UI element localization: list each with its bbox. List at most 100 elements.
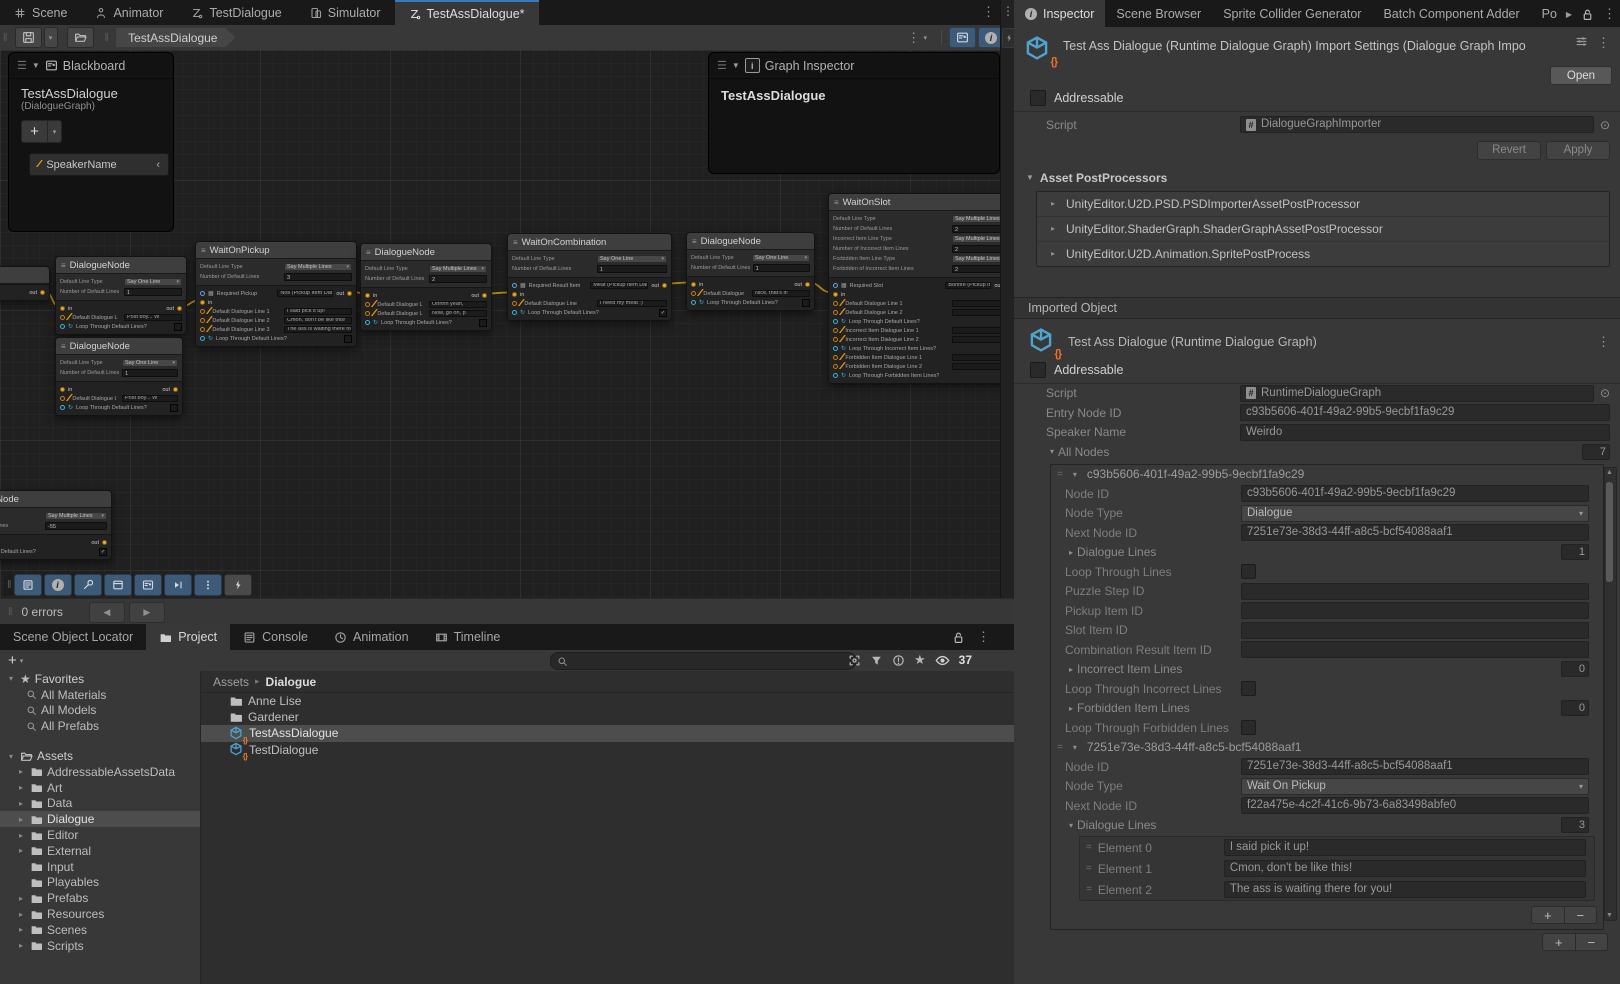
blackboard-panel[interactable]: ☰ ▼ Blackboard TestAssDialogue (Dialogue… [8,52,174,232]
checkbox[interactable] [1241,720,1256,735]
window-tab-scene[interactable]: Scene [0,0,81,25]
property-dropdown[interactable]: Wait On Pickup▾ [1241,778,1589,795]
collapse-triangle-icon[interactable]: ▼ [732,61,740,70]
asset-postprocessors-foldout[interactable]: ▼ Asset PostProcessors [1014,166,1620,189]
line-port-icon[interactable] [365,302,370,307]
toggle-blackboard-button[interactable] [949,27,976,48]
focus-frame-icon[interactable] [848,654,861,667]
postprocessor-unityeditor-shadergraph-shadergraphassetpostprocessor[interactable]: ▸UnityEditor.ShaderGraph.ShaderGraphAsse… [1037,217,1609,242]
port-checkbox[interactable] [344,335,352,343]
remove-element-button[interactable]: − [1576,934,1608,950]
graph-footer-button-wrench[interactable] [74,574,102,596]
property-field[interactable]: c93b5606-401f-49a2-99b5-9ecbf1fa9c29 [1241,485,1589,502]
addressable-checkbox[interactable] [1030,90,1046,106]
array-size-field[interactable]: 3 [1561,817,1589,833]
file-row-testassdialogue[interactable]: {}TestAssDialogue [201,725,1014,741]
graph-node-dialoguenode[interactable]: ≡DialogueNodeDefault Line TypeSay Multip… [360,243,492,331]
prop-dropdown[interactable]: Say Multiple Lines▾ [952,215,1001,223]
expand-arrow-icon[interactable]: ▸ [1047,224,1059,233]
foldout-row-dialogue-lines[interactable]: ▸Dialogue Lines1 [1051,543,1603,563]
port-checkbox[interactable] [174,323,182,331]
property-field[interactable]: Weirdo [1240,424,1610,441]
breadcrumb-dialogue[interactable]: Dialogue [266,675,317,689]
graph-node-waitoncombination[interactable]: ≡WaitOnCombinationDefault Line TypeSay O… [507,233,672,321]
exec-port-icon[interactable] [60,306,65,311]
port-field[interactable]: Post boy... W [124,314,182,321]
port-field[interactable]: Ohhhh yeah, [429,301,487,308]
port-field[interactable] [952,309,1001,316]
file-row-anne-lise[interactable]: Anne Lise [201,693,1014,709]
filter-funnel-icon[interactable] [870,654,883,667]
prop-number-field[interactable]: 3 [284,273,352,281]
add-element-button[interactable]: + [1532,907,1565,923]
bool-port-icon[interactable] [833,346,838,351]
expand-arrow-icon[interactable]: ▸ [16,815,26,824]
foldout-row-incorrect-item-lines[interactable]: ▸Incorrect Item Lines0 [1051,660,1603,680]
prop-dropdown[interactable]: Say Multiple Lines▾ [429,265,487,273]
expand-arrow-icon[interactable]: ▸ [16,941,26,950]
node-title[interactable]: ≡WaitOnSlot [829,194,1001,211]
star-icon[interactable]: ★ [914,652,926,668]
line-port-icon[interactable] [60,396,65,401]
blackboard-header[interactable]: ☰ ▼ Blackboard [9,53,173,79]
panel-tab-project[interactable]: Project [146,624,230,650]
property-field[interactable] [1241,602,1589,619]
kebab-icon[interactable]: ⋮ [977,629,990,645]
property-field[interactable]: 7251e73e-38d3-44ff-a8c5-bcf54088aaf1 [1241,524,1589,541]
property-field[interactable] [1241,583,1589,600]
line-port-icon[interactable] [512,301,517,306]
element-field[interactable]: I said pick it up! [1224,839,1586,856]
line-port-icon[interactable] [833,328,838,333]
line-port-icon[interactable] [200,327,205,332]
line-port-icon[interactable] [200,318,205,323]
graph-inspector-panel[interactable]: ☰ ▼ i Graph Inspector TestAssDialogue [708,52,1000,174]
property-field[interactable]: c93b5606-401f-49a2-99b5-9ecbf1fa9c29 [1240,404,1610,421]
graph-node-dialoguenode[interactable]: ≡DialogueNodeDefault Line TypeSay One Li… [686,232,815,311]
line-port-icon[interactable] [833,301,838,306]
scroll-down-icon[interactable]: ▼ [1605,912,1614,919]
obj-port-icon[interactable] [512,283,517,288]
port-field[interactable]: Post boy... W [122,395,178,402]
node-section-header[interactable]: =▾c93b5606-401f-49a2-99b5-9ecbf1fa9c29 [1051,465,1603,485]
graph-node-waitonslot[interactable]: ≡WaitOnSlotDefault Line TypeSay Multiple… [828,193,1001,384]
file-row-testdialogue[interactable]: {}TestDialogue [201,742,1014,758]
apply-button[interactable]: Apply [1546,141,1610,160]
graph-footer-button-doc[interactable] [14,574,42,596]
tree-item-playables[interactable]: Playables [0,875,200,891]
graph-options-kebab[interactable]: ⋮ ▾ [900,27,934,48]
collapse-triangle-icon[interactable]: ▼ [32,61,40,70]
object-picker-icon[interactable]: ⊙ [1600,118,1610,132]
window-tab-simulator[interactable]: Simulator [296,0,395,25]
revert-button[interactable]: Revert [1477,141,1541,160]
tree-item-resources[interactable]: ▸Resources [0,906,200,922]
port-checkbox[interactable] [479,319,487,327]
remove-element-button[interactable]: − [1565,907,1597,923]
drag-handle-icon[interactable]: = [1086,884,1092,895]
scroll-up-icon[interactable]: ▲ [1605,469,1614,476]
foldout-row-all-nodes[interactable]: ▾All Nodes7 [1014,442,1620,462]
exec-port-icon[interactable] [662,283,667,288]
exec-port-icon[interactable] [102,540,107,545]
expand-arrow-icon[interactable]: ▸ [16,831,26,840]
prop-dropdown[interactable]: Say Multiple Lines▾ [952,235,1001,243]
breadcrumb[interactable]: TestAssDialogue [116,28,235,47]
bool-port-icon[interactable] [512,310,517,315]
project-folder-tree[interactable]: ▾★FavoritesAll MaterialsAll ModelsAll Pr… [0,671,201,984]
tree-item-data[interactable]: ▸Data [0,796,200,812]
expand-arrow-icon[interactable]: ▸ [16,767,26,776]
inspector-tab-inspector[interactable]: iInspector [1014,0,1105,27]
port-field[interactable] [952,327,1001,334]
lock-icon[interactable] [952,631,965,644]
array-size-field[interactable]: 1 [1561,544,1589,560]
tree-item-external[interactable]: ▸External [0,843,200,859]
exec-port-icon[interactable] [482,293,487,298]
expand-arrow-icon[interactable]: ▸ [16,783,26,792]
nodes-scrollbar[interactable]: ▲ ▼ [1604,467,1617,921]
bool-port-icon[interactable] [60,324,65,329]
array-size-field[interactable]: 0 [1561,700,1589,716]
breadcrumb-assets[interactable]: Assets [213,675,249,689]
prop-dropdown[interactable]: Say Multiple Lines▾ [952,255,1001,263]
expand-arrow-icon[interactable]: ▸ [16,894,26,903]
eye-icon[interactable] [935,653,950,668]
add-variable-button[interactable]: + [21,120,48,143]
